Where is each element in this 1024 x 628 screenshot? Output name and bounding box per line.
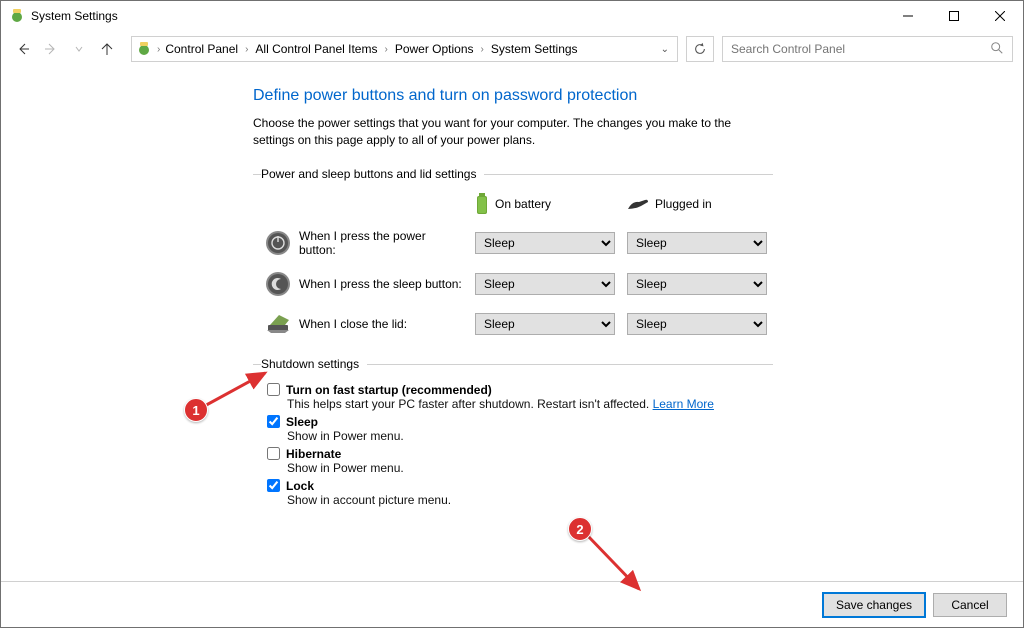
checkbox-lock[interactable]: [267, 479, 280, 492]
minimize-button[interactable]: [885, 1, 931, 31]
page-description: Choose the power settings that you want …: [253, 115, 773, 149]
close-button[interactable]: [977, 1, 1023, 31]
select-sleep-battery[interactable]: Do nothingSleepHibernateShut down: [475, 273, 615, 295]
app-icon: [9, 8, 25, 24]
row-power-label: When I press the power button:: [299, 229, 463, 257]
search-box[interactable]: [722, 36, 1013, 62]
sleep-button-icon: [265, 271, 291, 297]
learn-more-link[interactable]: Learn More: [653, 397, 714, 411]
content-area: Define power buttons and turn on passwor…: [1, 67, 1023, 581]
recent-dropdown[interactable]: [67, 37, 91, 61]
chevron-right-icon: ›: [481, 44, 484, 55]
checkbox-sleep[interactable]: [267, 415, 280, 428]
chevron-down-icon[interactable]: ⌄: [657, 44, 673, 55]
chevron-right-icon: ›: [384, 44, 387, 55]
forward-button[interactable]: [39, 37, 63, 61]
chevron-right-icon: ›: [157, 44, 160, 55]
checkbox-fast-startup[interactable]: [267, 383, 280, 396]
address-bar[interactable]: › Control Panel › All Control Panel Item…: [131, 36, 678, 62]
fast-startup-label: Turn on fast startup (recommended): [286, 383, 492, 397]
breadcrumb-item[interactable]: Power Options: [391, 40, 478, 58]
lid-icon: [265, 311, 291, 337]
footer-bar: Save changes Cancel: [1, 581, 1023, 627]
window-title: System Settings: [31, 9, 885, 23]
navigation-toolbar: › Control Panel › All Control Panel Item…: [1, 31, 1023, 67]
breadcrumb-item[interactable]: All Control Panel Items: [251, 40, 381, 58]
back-button[interactable]: [11, 37, 35, 61]
breadcrumb: Control Panel › All Control Panel Items …: [161, 40, 656, 58]
select-power-battery[interactable]: Do nothingSleepHibernateShut down: [475, 232, 615, 254]
plug-icon: [627, 197, 649, 211]
chevron-right-icon: ›: [245, 44, 248, 55]
lock-label: Lock: [286, 479, 314, 493]
column-header-plugged: Plugged in: [627, 197, 767, 211]
select-sleep-plugged[interactable]: Do nothingSleepHibernateShut down: [627, 273, 767, 295]
breadcrumb-item[interactable]: System Settings: [487, 40, 582, 58]
battery-icon: [475, 193, 489, 215]
location-icon: [136, 41, 152, 57]
power-button-icon: [265, 230, 291, 256]
row-lid-label: When I close the lid:: [299, 317, 407, 331]
refresh-button[interactable]: [686, 36, 714, 62]
sleep-desc: Show in Power menu.: [287, 429, 773, 443]
titlebar: System Settings: [1, 1, 1023, 31]
sleep-label: Sleep: [286, 415, 318, 429]
search-input[interactable]: [731, 42, 990, 56]
section-shutdown-label: Shutdown settings: [261, 357, 367, 371]
page-heading: Define power buttons and turn on passwor…: [253, 87, 773, 105]
save-button[interactable]: Save changes: [823, 593, 925, 617]
lock-desc: Show in account picture menu.: [287, 493, 773, 507]
select-lid-plugged[interactable]: Do nothingSleepHibernateShut down: [627, 313, 767, 335]
row-sleep-label: When I press the sleep button:: [299, 277, 462, 291]
fast-startup-desc: This helps start your PC faster after sh…: [287, 397, 653, 411]
select-power-plugged[interactable]: Do nothingSleepHibernateShut down: [627, 232, 767, 254]
maximize-button[interactable]: [931, 1, 977, 31]
breadcrumb-item[interactable]: Control Panel: [161, 40, 242, 58]
column-header-battery: On battery: [475, 193, 615, 215]
hibernate-desc: Show in Power menu.: [287, 461, 773, 475]
section-power-lid-label: Power and sleep buttons and lid settings: [261, 167, 484, 181]
hibernate-label: Hibernate: [286, 447, 341, 461]
cancel-button[interactable]: Cancel: [933, 593, 1007, 617]
search-icon: [990, 41, 1004, 58]
checkbox-hibernate[interactable]: [267, 447, 280, 460]
select-lid-battery[interactable]: Do nothingSleepHibernateShut down: [475, 313, 615, 335]
up-button[interactable]: [95, 37, 119, 61]
